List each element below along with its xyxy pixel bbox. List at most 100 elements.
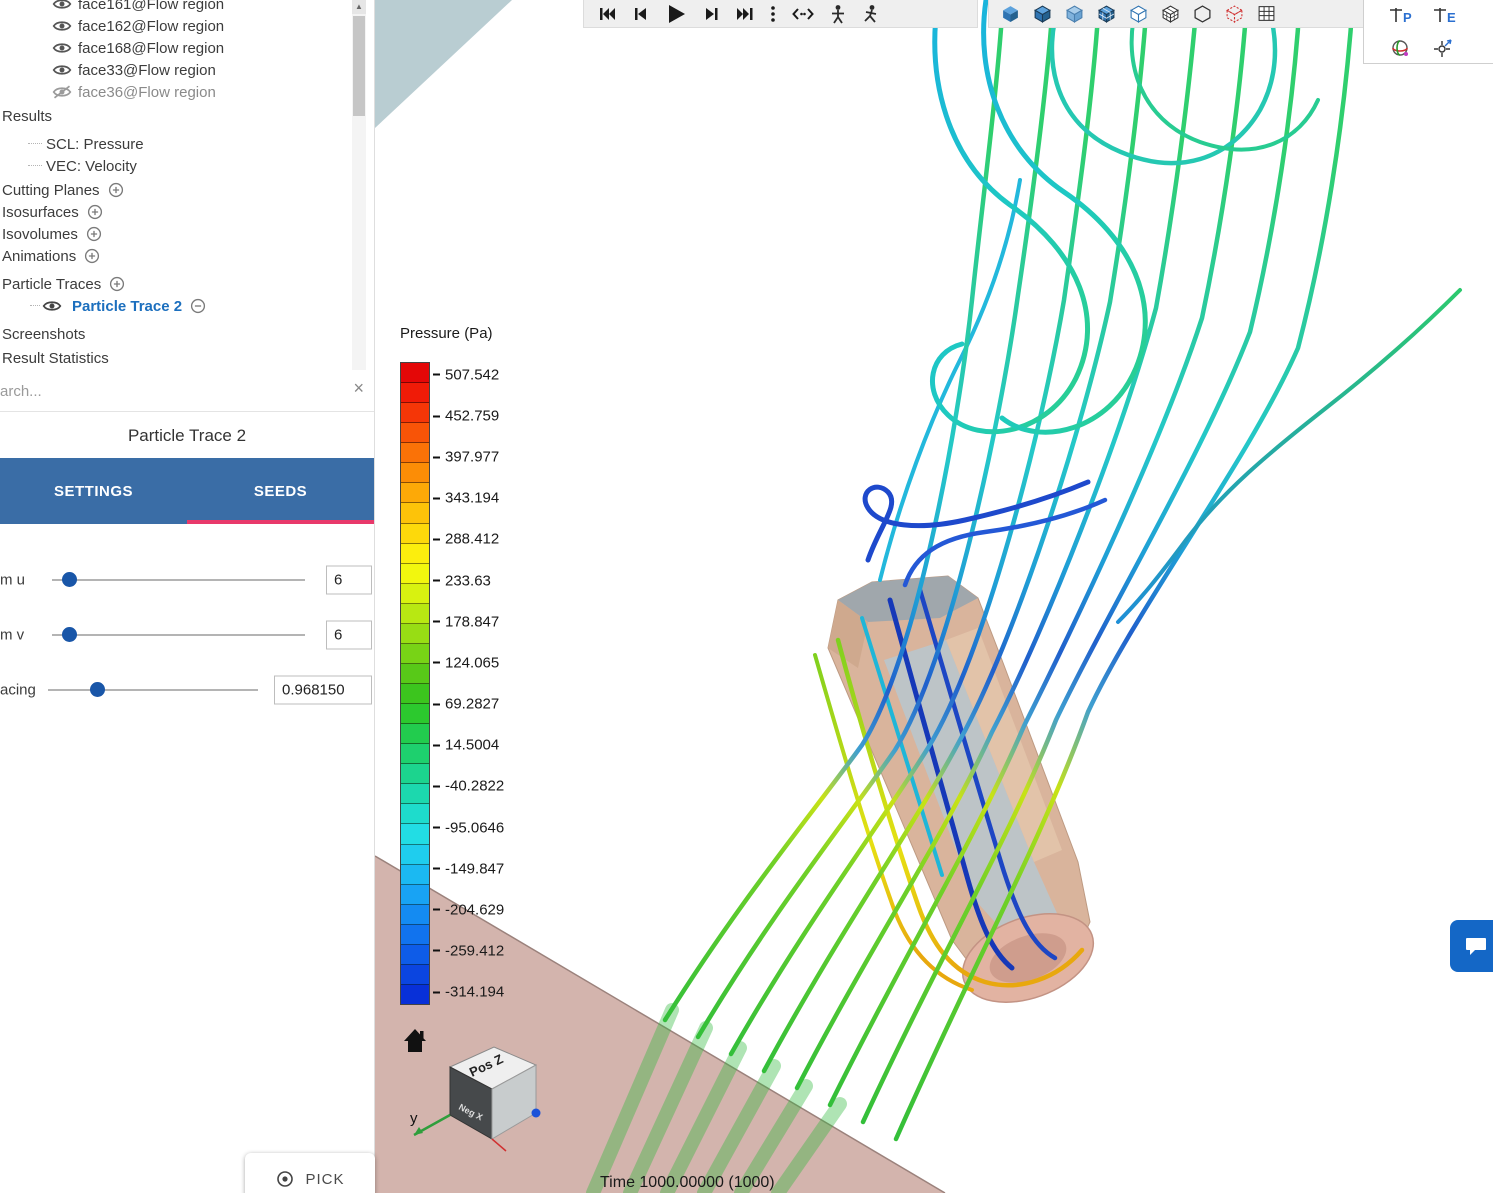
tree-item-scalar-field[interactable]: SCL: Pressure (0, 133, 374, 155)
surface-mesh-cube-icon[interactable] (1097, 4, 1116, 23)
translucent-cube-icon[interactable] (1065, 4, 1084, 23)
legend-color-band (401, 784, 429, 804)
visibility-eye-icon[interactable] (52, 41, 72, 55)
legend-tick: 343.194 (433, 490, 499, 507)
tree-section-result-statistics[interactable]: Result Statistics (0, 347, 374, 369)
visibility-eye-icon[interactable] (52, 63, 72, 77)
legend-color-band (401, 664, 429, 684)
legend-tick: -40.2822 (433, 778, 504, 795)
seeds-v-row: m v (0, 607, 374, 662)
tree-item-vector-field[interactable]: VEC: Velocity (0, 155, 374, 177)
visibility-eye-icon[interactable] (42, 299, 62, 313)
tree-section-label: Cutting Planes (2, 182, 100, 199)
tab-settings[interactable]: SETTINGS (0, 458, 187, 524)
particle-trace-detail-panel: Particle Trace 2 SETTINGS SEEDS m u m v (0, 426, 374, 717)
tree-section-particle-traces[interactable]: Particle Traces (0, 273, 374, 295)
tab-seeds[interactable]: SEEDS (187, 458, 374, 524)
more-options-icon[interactable] (769, 4, 777, 24)
outline-cube-icon[interactable] (1193, 4, 1212, 23)
svg-text:P: P (1403, 10, 1412, 25)
tree-item-face[interactable]: face162@Flow region (0, 15, 374, 37)
hidden-line-cube-icon[interactable] (1129, 4, 1148, 23)
tree-section-cutting-planes[interactable]: Cutting Planes (0, 179, 374, 201)
search-placeholder-text: arch... (0, 383, 42, 400)
tree-scrollbar[interactable]: ▲ (352, 0, 366, 370)
tree-item-label: face36@Flow region (78, 84, 216, 101)
orthographic-projection-icon[interactable]: E (1432, 6, 1458, 26)
wireframe-mesh-cube-icon[interactable] (1161, 4, 1180, 23)
visibility-eye-off-icon[interactable] (52, 85, 72, 99)
legend-color-band (401, 885, 429, 905)
add-icon[interactable] (84, 248, 100, 264)
skip-to-first-icon[interactable] (598, 5, 616, 23)
tree-scrollbar-thumb[interactable] (353, 16, 365, 116)
add-icon[interactable] (86, 226, 102, 242)
slider-thumb[interactable] (90, 682, 105, 697)
tree-item-face[interactable]: face168@Flow region (0, 37, 374, 59)
visibility-eye-icon[interactable] (52, 0, 72, 11)
seeds-v-input[interactable] (326, 620, 372, 649)
tree-section-isosurfaces[interactable]: Isosurfaces (0, 201, 374, 223)
orientation-cube[interactable]: Pos Z Neg X (414, 1047, 541, 1151)
probe-values-icon[interactable] (792, 5, 814, 23)
legend-color-band (401, 463, 429, 483)
slider-thumb[interactable] (62, 627, 77, 642)
tree-item-label: Particle Trace 2 (72, 298, 182, 315)
tree-item-label: face161@Flow region (78, 0, 224, 13)
search-clear-icon[interactable]: × (353, 378, 364, 399)
next-frame-icon[interactable] (703, 5, 721, 23)
legend-tick: 69.2827 (433, 696, 499, 713)
previous-frame-icon[interactable] (631, 5, 649, 23)
pick-button[interactable]: PICK (245, 1153, 375, 1193)
slider-track[interactable] (52, 634, 305, 636)
legend-color-band (401, 744, 429, 764)
seeds-v-label: m v (0, 626, 24, 643)
legend-color-band (401, 905, 429, 925)
dashed-red-cube-icon[interactable] (1225, 4, 1244, 23)
tree-section-screenshots[interactable]: Screenshots (0, 323, 374, 345)
legend-color-band (401, 865, 429, 885)
tree-item-face[interactable]: face36@Flow region (0, 81, 374, 103)
legend-color-band (401, 764, 429, 784)
rotate-sphere-icon[interactable] (1388, 36, 1412, 60)
center-axis-icon[interactable] (1430, 36, 1454, 60)
tree-item-label: face162@Flow region (78, 18, 224, 35)
tree-item-face[interactable]: face161@Flow region (0, 0, 374, 15)
particle-standing-icon[interactable] (829, 4, 847, 24)
shaded-cube-icon[interactable] (1001, 4, 1020, 23)
perspective-projection-icon[interactable]: P (1388, 6, 1414, 26)
grid-icon[interactable] (1257, 4, 1276, 23)
spacing-input[interactable] (274, 675, 372, 704)
tree-section-results[interactable]: Results (0, 105, 374, 127)
pick-button-label: PICK (305, 1171, 344, 1188)
tree-section-label: Isovolumes (2, 226, 78, 243)
chat-support-button[interactable] (1450, 920, 1493, 972)
viewport-3d[interactable]: P E Pressure (Pa) 507.542452.759397.97 (375, 0, 1493, 1193)
tree-item-particle-trace-2[interactable]: Particle Trace 2 (0, 295, 374, 317)
slider-track[interactable] (48, 689, 258, 691)
particle-running-icon[interactable] (862, 4, 880, 24)
add-icon[interactable] (109, 276, 125, 292)
play-icon[interactable] (664, 2, 688, 26)
slider-track[interactable] (52, 579, 305, 581)
tree-item-face[interactable]: face33@Flow region (0, 59, 374, 81)
slider-thumb[interactable] (62, 572, 77, 587)
scroll-up-arrow-icon[interactable]: ▲ (352, 0, 366, 14)
shaded-edges-cube-icon[interactable] (1033, 4, 1052, 23)
tree-search-input[interactable]: arch... × (0, 378, 374, 404)
legend-tick: 124.065 (433, 654, 499, 671)
seeds-u-input[interactable] (326, 565, 372, 594)
add-icon[interactable] (108, 182, 124, 198)
visibility-eye-icon[interactable] (52, 19, 72, 33)
tree-section-isovolumes[interactable]: Isovolumes (0, 223, 374, 245)
add-icon[interactable] (87, 204, 103, 220)
skip-to-last-icon[interactable] (736, 5, 754, 23)
legend-color-band (401, 383, 429, 403)
home-view-icon[interactable] (404, 1029, 426, 1052)
orientation-widget[interactable]: Pos Z Neg X y (390, 1015, 570, 1193)
legend-color-band (401, 965, 429, 985)
remove-icon[interactable] (190, 298, 206, 314)
tree-section-animations[interactable]: Animations (0, 245, 374, 267)
tree-section-label: Results (2, 108, 52, 125)
detail-panel-title: Particle Trace 2 (0, 426, 374, 446)
